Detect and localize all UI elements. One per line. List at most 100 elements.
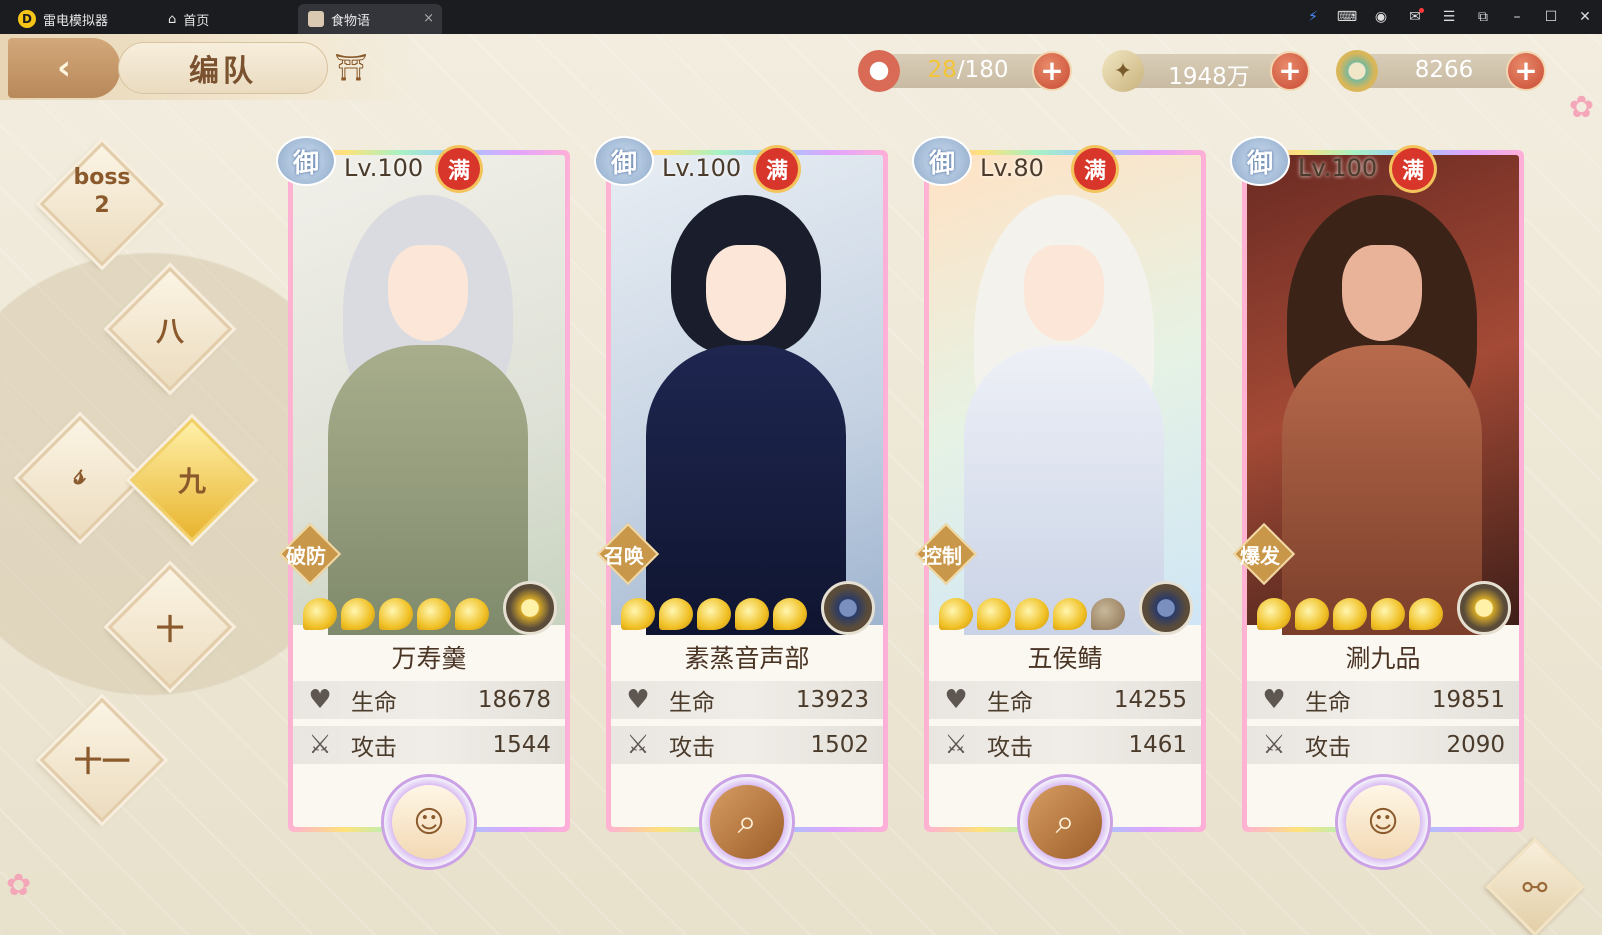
emulator-app-tab[interactable]: D 雷电模拟器 <box>8 4 148 34</box>
add-gold-button[interactable]: + <box>1270 51 1310 91</box>
role-badge: 召唤 <box>592 528 656 580</box>
stamina-value: 28/180 <box>908 57 1028 83</box>
home-icon: ⌂ <box>168 11 177 27</box>
companion-search-button[interactable]: ⌕ <box>1017 774 1113 870</box>
stage-11-label: 十一 <box>73 745 130 778</box>
star-icon <box>341 598 375 630</box>
companion-search-button[interactable]: ⌕ <box>699 774 795 870</box>
hp-value: 19851 <box>1431 687 1505 713</box>
star-icon <box>659 598 693 630</box>
magnifier-icon: ⌕ <box>1028 785 1102 859</box>
sword-icon: ⚔ <box>308 730 332 760</box>
maximize-button[interactable]: ☐ <box>1534 0 1568 34</box>
rank-emblem: 御 <box>594 136 654 186</box>
star-icon <box>773 598 807 630</box>
tab-home-label: 首页 <box>183 13 210 29</box>
gamepad-icon[interactable]: ⌨ <box>1330 0 1364 34</box>
stage-boss-text: boss <box>73 165 131 190</box>
performance-icon[interactable]: ⚡ <box>1296 0 1330 34</box>
sword-icon: ⚔ <box>626 730 650 760</box>
role-badge: 爆发 <box>1228 528 1292 580</box>
hp-label: 生命 <box>987 690 1033 716</box>
max-badge: 满 <box>438 148 480 190</box>
star-icon <box>939 598 973 630</box>
star-rating <box>939 598 1125 630</box>
hp-value: 18678 <box>477 687 551 713</box>
character-card[interactable]: 五侯鲭 ♥ 生命 14255 ⚔ 攻击 1461 御 Lv.80 满 控制 ⌕ <box>912 136 1206 870</box>
page-title: 编队 <box>118 42 328 94</box>
notification-dot <box>1419 8 1424 13</box>
element-gold-icon <box>503 581 557 635</box>
hp-label: 生命 <box>351 690 397 716</box>
attack-value: 1461 <box>1128 732 1187 758</box>
companion-slot[interactable]: ☺ <box>381 774 477 870</box>
level-label: Lv.100 <box>344 154 424 182</box>
add-stamina-button[interactable]: + <box>1032 51 1072 91</box>
attack-label: 攻击 <box>351 735 397 761</box>
star-icon <box>417 598 451 630</box>
card-body: 五侯鲭 ♥ 生命 14255 ⚔ 攻击 1461 <box>929 155 1201 827</box>
companion-avatar: ☺ <box>1346 785 1420 859</box>
character-card[interactable]: 素蒸音声部 ♥ 生命 13923 ⚔ 攻击 1502 御 Lv.100 满 召唤 ⌕ <box>594 136 888 870</box>
attack-label: 攻击 <box>669 735 715 761</box>
card-body: 万寿羹 ♥ 生命 18678 ⚔ 攻击 1544 <box>293 155 565 827</box>
back-button[interactable]: ‹ <box>8 38 120 98</box>
portrait-face <box>1024 245 1104 341</box>
star-icon <box>735 598 769 630</box>
attack-value: 1502 <box>810 732 869 758</box>
menu-icon[interactable]: ☰ <box>1432 0 1466 34</box>
level-label: Lv.80 <box>980 154 1044 182</box>
portrait-body <box>646 345 846 635</box>
companion-slot[interactable]: ☺ <box>1335 774 1431 870</box>
heart-icon: ♥ <box>626 685 650 715</box>
star-rating <box>621 598 807 630</box>
attack-row: ⚔ 攻击 1461 <box>929 726 1201 764</box>
star-icon <box>621 598 655 630</box>
star-icon <box>1371 598 1405 630</box>
attack-row: ⚔ 攻击 2090 <box>1247 726 1519 764</box>
blossom-decoration: ✿ <box>6 868 32 903</box>
attack-row: ⚔ 攻击 1502 <box>611 726 883 764</box>
tab-home[interactable]: ⌂ 首页 <box>158 4 288 34</box>
tab-close-icon[interactable]: × <box>423 11 434 26</box>
portrait-face <box>388 245 468 341</box>
card-body: 素蒸音声部 ♥ 生命 13923 ⚔ 攻击 1502 <box>611 155 883 827</box>
star-icon <box>303 598 337 630</box>
hp-value: 14255 <box>1113 687 1187 713</box>
rice-bowl-icon <box>858 50 900 92</box>
pavilion-icon[interactable]: ⛩ <box>328 48 374 88</box>
character-card[interactable]: 涮九品 ♥ 生命 19851 ⚔ 攻击 2090 御 Lv.100 满 爆发 ☺ <box>1230 136 1524 870</box>
magnifier-icon: ⌕ <box>710 785 784 859</box>
attack-label: 攻击 <box>987 735 1033 761</box>
mail-icon[interactable]: ✉ <box>1398 0 1432 34</box>
add-jade-button[interactable]: + <box>1506 51 1546 91</box>
gold-resource: ✦ 1948万 + <box>1102 50 1310 92</box>
max-badge: 满 <box>1392 148 1434 190</box>
stage-10-label: 十 <box>155 613 184 646</box>
star-icon <box>1409 598 1443 630</box>
portrait-body <box>328 345 528 635</box>
role-badge: 破防 <box>274 528 338 580</box>
hp-row: ♥ 生命 18678 <box>293 681 565 719</box>
game-viewport: ‹ 编队 ⛩ 28/180 + ✦ 1948万 + 8266 + boss 2 八… <box>0 34 1602 935</box>
star-icon <box>1295 598 1329 630</box>
popout-icon[interactable]: ⧉ <box>1466 0 1500 34</box>
portrait-face <box>706 245 786 341</box>
attack-row: ⚔ 攻击 1544 <box>293 726 565 764</box>
sword-icon: ⚔ <box>1262 730 1286 760</box>
character-name: 万寿羹 <box>391 644 467 673</box>
character-name: 五侯鲭 <box>1027 644 1103 673</box>
level-label: Lv.100 <box>1298 154 1378 182</box>
close-button[interactable]: ✕ <box>1568 0 1602 34</box>
character-name: 素蒸音声部 <box>684 644 810 673</box>
emulator-titlebar: D 雷电模拟器 ⌂ 首页 食物语 × ⚡ ⌨ ◉ ✉ ☰ ⧉ – ☐ ✕ <box>0 0 1602 34</box>
character-card[interactable]: 万寿羹 ♥ 生命 18678 ⚔ 攻击 1544 御 Lv.100 满 破防 ☺ <box>276 136 570 870</box>
minimize-button[interactable]: – <box>1500 0 1534 34</box>
sword-icon: ⚔ <box>944 730 968 760</box>
portrait-face <box>1342 245 1422 341</box>
portrait-body <box>1282 345 1482 635</box>
star-empty-icon <box>1091 598 1125 630</box>
role-badge: 控制 <box>910 528 974 580</box>
tab-game[interactable]: 食物语 × <box>298 4 442 34</box>
account-icon[interactable]: ◉ <box>1364 0 1398 34</box>
